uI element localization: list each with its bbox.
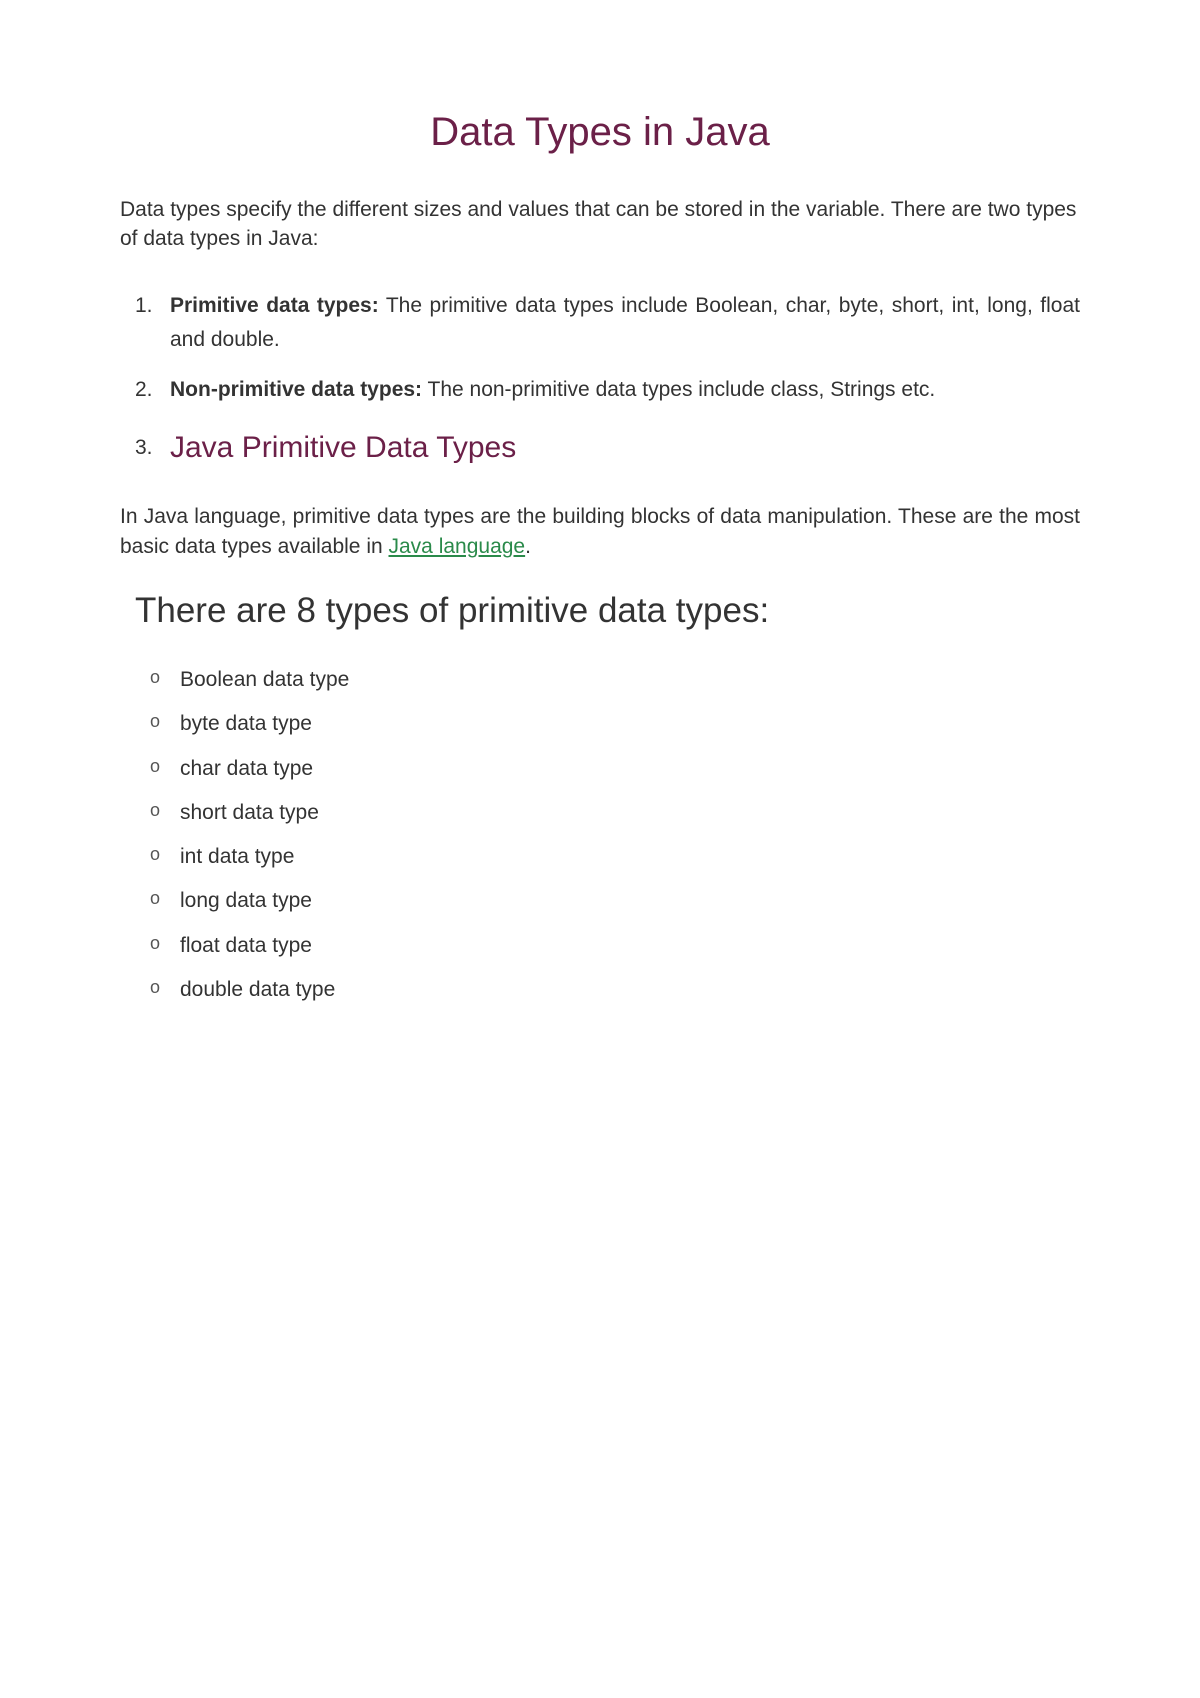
- intro-paragraph: Data types specify the different sizes a…: [120, 195, 1080, 254]
- list-number: 3.: [135, 431, 153, 466]
- description-paragraph: In Java language, primitive data types a…: [120, 502, 1080, 561]
- list-item: char data type: [180, 755, 1080, 782]
- list-item: 2. Non-primitive data types: The non-pri…: [170, 373, 1080, 408]
- list-item-heading: 3. Java Primitive Data Types: [170, 423, 1080, 473]
- list-item: long data type: [180, 887, 1080, 914]
- list-item: Boolean data type: [180, 666, 1080, 693]
- list-item-text: The non-primitive data types include cla…: [422, 378, 935, 401]
- types-list: Boolean data type byte data type char da…: [120, 666, 1080, 1003]
- list-number: 2.: [135, 373, 153, 408]
- list-item: short data type: [180, 799, 1080, 826]
- java-language-link[interactable]: Java language: [389, 535, 526, 558]
- paragraph-text: .: [525, 535, 531, 558]
- list-item-label: Primitive data types:: [170, 294, 379, 317]
- list-item: int data type: [180, 843, 1080, 870]
- paragraph-text: In Java language, primitive data types a…: [120, 505, 1080, 557]
- list-item-label: Non-primitive data types:: [170, 378, 422, 401]
- list-item: double data type: [180, 976, 1080, 1003]
- list-item: 1. Primitive data types: The primitive d…: [170, 289, 1080, 358]
- list-item: float data type: [180, 932, 1080, 959]
- list-number: 1.: [135, 289, 153, 324]
- sub-heading: Java Primitive Data Types: [170, 431, 516, 464]
- page-title: Data Types in Java: [120, 110, 1080, 155]
- definition-list: 1. Primitive data types: The primitive d…: [120, 289, 1080, 472]
- list-item: byte data type: [180, 710, 1080, 737]
- section-heading: There are 8 types of primitive data type…: [120, 591, 1080, 631]
